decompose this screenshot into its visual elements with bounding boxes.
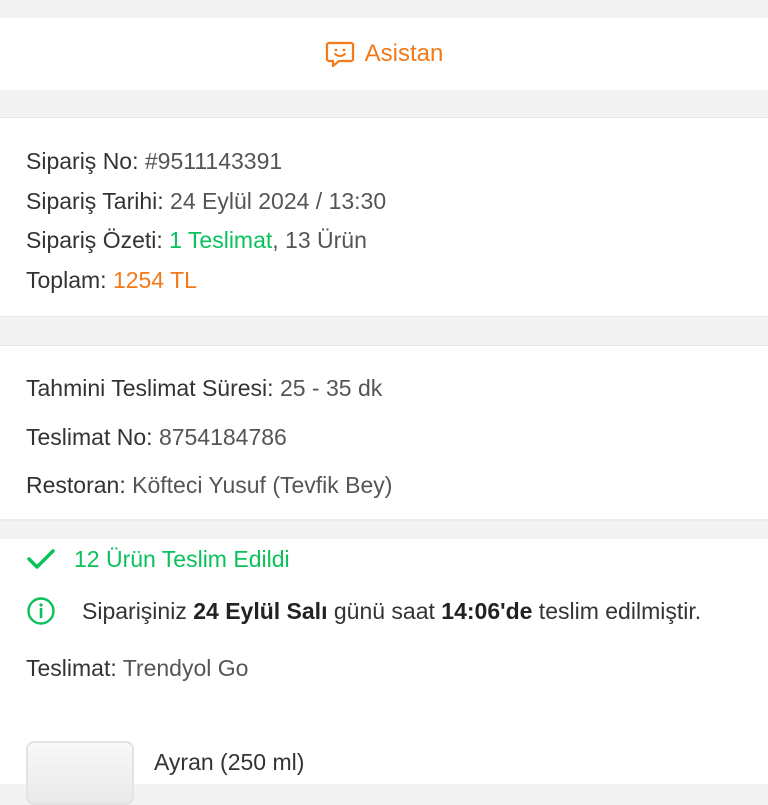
delivery-no-label: Teslimat No: — [26, 423, 153, 450]
eta-label: Tahmini Teslimat Süresi: — [26, 375, 274, 401]
order-total-label: Toplam: — [26, 266, 107, 293]
courier-label: Teslimat: — [26, 655, 117, 681]
section-divider — [0, 90, 768, 118]
chat-smile-icon — [325, 40, 355, 68]
product-name: Ayran (250 ml) — [154, 749, 305, 775]
top-strip — [0, 0, 768, 18]
order-no-row: Sipariş No: #9511143391 — [26, 118, 742, 182]
courier-value: Trendyol Go — [122, 655, 249, 681]
order-total-row: Toplam: 1254 TL — [26, 261, 742, 301]
delivery-count-link[interactable]: 1 Teslimat — [169, 227, 272, 253]
order-date-value: 24 Eylül 2024 / 13:30 — [170, 187, 387, 214]
delivery-no-row: Teslimat No: 8754184786 — [26, 413, 742, 462]
courier-row: Teslimat: Trendyol Go — [26, 651, 742, 685]
eta-value: 25 - 35 dk — [279, 375, 383, 401]
order-date-row: Sipariş Tarihi: 24 Eylül 2024 / 13:30 — [26, 182, 742, 222]
delivery-info-card: Tahmini Teslimat Süresi: 25 - 35 dk Tesl… — [0, 346, 768, 521]
order-summary-label: Sipariş Özeti: — [26, 227, 163, 253]
order-total-value: 1254 TL — [112, 266, 197, 293]
eta-row: Tahmini Teslimat Süresi: 25 - 35 dk — [26, 346, 742, 413]
order-no-label: Sipariş No: — [26, 148, 139, 174]
order-summary-row: Sipariş Özeti: 1 Teslimat, 13 Ürün — [26, 221, 742, 261]
order-no-value: #9511143391 — [144, 148, 283, 174]
assistant-label: Asistan — [364, 40, 444, 67]
restaurant-row: Restoran: Köfteci Yusuf (Tevfik Bey) — [26, 461, 742, 510]
delivery-info-message: Siparişiniz 24 Eylül Salı günü saat 14:0… — [26, 591, 742, 631]
restaurant-value[interactable]: Köfteci Yusuf (Tevfik Bey) — [132, 472, 392, 498]
assistant-button[interactable]: Asistan — [0, 18, 768, 90]
delivered-status: 12 Ürün Teslim Edildi — [26, 539, 742, 579]
order-date-label: Sipariş Tarihi: — [26, 187, 164, 214]
delivery-status-card: 12 Ürün Teslim Edildi Siparişiniz 24 Eyl… — [0, 539, 768, 805]
delivery-info-text: Siparişiniz 24 Eylül Salı günü saat 14:0… — [82, 597, 702, 624]
section-divider — [0, 317, 768, 346]
info-icon — [26, 595, 58, 627]
item-count: 13 Ürün — [278, 227, 367, 253]
product-item[interactable]: Ayran (250 ml) — [26, 737, 742, 805]
order-summary-card: Sipariş No: #9511143391 Sipariş Tarihi: … — [0, 118, 768, 317]
checkmark-icon — [26, 543, 58, 575]
product-thumbnail — [26, 741, 134, 805]
restaurant-label: Restoran: — [26, 472, 126, 498]
delivered-status-text: 12 Ürün Teslim Edildi — [74, 545, 290, 572]
delivery-no-value: 8754184786 — [158, 423, 287, 450]
